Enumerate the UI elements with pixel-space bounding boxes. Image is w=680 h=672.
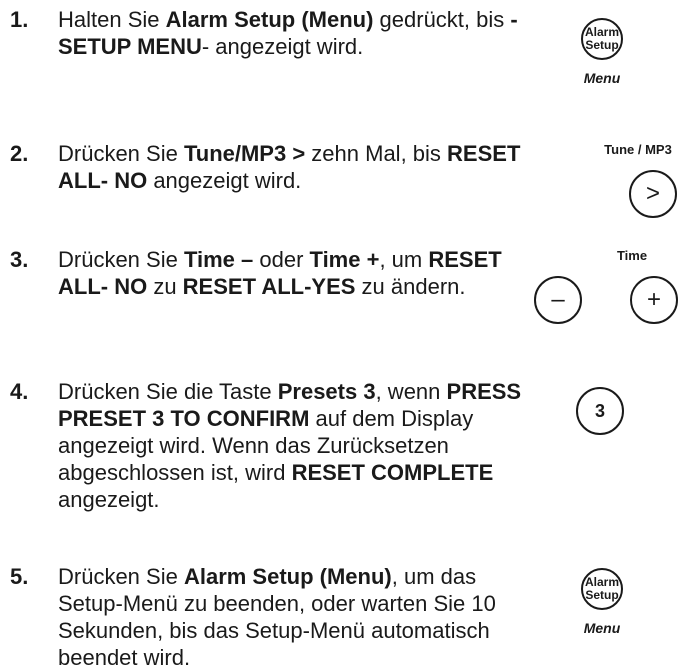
- menu-label: Menu: [583, 620, 621, 636]
- alarm-setup-button-icon: Alarm Setup: [581, 568, 623, 610]
- step-text: Drücken Sie Alarm Setup (Menu), um das S…: [58, 563, 528, 671]
- menu-label: Menu: [583, 70, 621, 86]
- time-minus-button-icon: –: [534, 276, 582, 324]
- step-text-bold: Alarm Setup (Menu): [165, 7, 374, 32]
- step-text-bold: Time –: [183, 247, 254, 272]
- step-text-run: Drücken Sie die Taste: [58, 379, 278, 404]
- step-text-run: , wenn: [375, 379, 447, 404]
- step-text-run: - angezeigt wird.: [201, 34, 364, 59]
- alarm-setup-icon-2: Alarm Setup Menu: [572, 568, 632, 648]
- preset-3-icon: 3: [576, 387, 628, 439]
- step-number: 3.: [10, 247, 29, 272]
- step-text-run: zu: [147, 274, 183, 299]
- step-text: Halten Sie Alarm Setup (Menu) gedrückt, …: [58, 6, 528, 60]
- time-plus-button-icon: +: [630, 276, 678, 324]
- step-text-bold: RESET ALL-YES: [182, 274, 356, 299]
- step-text-run: oder: [253, 247, 310, 272]
- step-number: 1.: [10, 7, 29, 32]
- step-text-run: angezeigt.: [58, 487, 160, 512]
- step-text-bold: Alarm Setup (Menu): [183, 564, 392, 589]
- step-text-bold: RESET COMPLETE: [291, 460, 494, 485]
- step-text-run: Drücken Sie: [58, 141, 184, 166]
- step-text: Drücken Sie Tune/MP3 > zehn Mal, bis RES…: [58, 140, 528, 194]
- step-text-run: zehn Mal, bis: [305, 141, 448, 166]
- tune-next-button-icon: >: [629, 170, 677, 218]
- step-text: Drücken Sie Time – oder Time +, um RESET…: [58, 246, 528, 300]
- step-text-run: , um: [379, 247, 429, 272]
- step-text-run: Halten Sie: [58, 7, 166, 32]
- alarm-setup-button-icon: Alarm Setup: [581, 18, 623, 60]
- preset-3-button-icon: 3: [576, 387, 624, 435]
- step-text-run: Drücken Sie: [58, 247, 184, 272]
- step-number: 5.: [10, 564, 29, 589]
- step-text-run: angezeigt wird.: [147, 168, 302, 193]
- time-buttons-icon: Time – +: [528, 248, 680, 328]
- step-text-bold: Time +: [309, 247, 380, 272]
- step-text-run: zu ändern.: [355, 274, 466, 299]
- step-text-run: Drücken Sie: [58, 564, 184, 589]
- step-text: Drücken Sie die Taste Presets 3, wenn PR…: [58, 378, 528, 513]
- tune-mp3-icon: Tune / MP3 >: [596, 142, 680, 228]
- alarm-setup-icon-1: Alarm Setup Menu: [572, 18, 632, 98]
- step-number: 2.: [10, 141, 29, 166]
- step-text-run: gedrückt, bis: [373, 7, 511, 32]
- step-text-bold: Tune/MP3 >: [183, 141, 306, 166]
- step-number: 4.: [10, 379, 29, 404]
- step-text-bold: Presets 3: [277, 379, 376, 404]
